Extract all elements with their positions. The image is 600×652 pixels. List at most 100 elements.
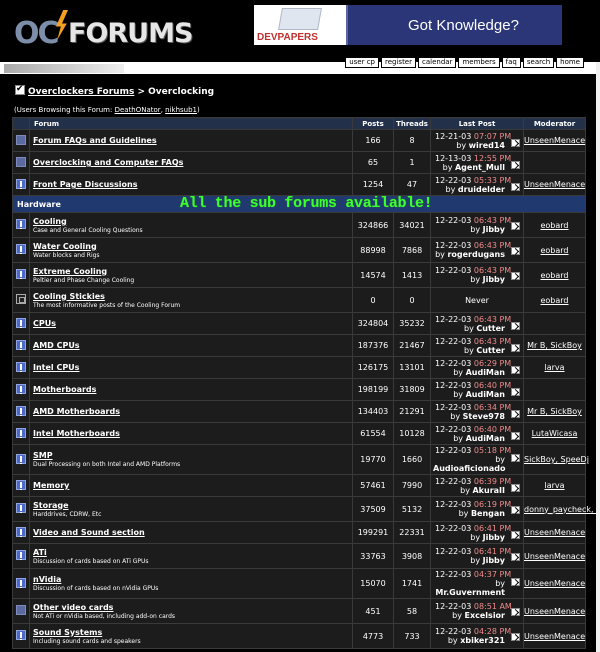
moderator-link[interactable]: SickBoy, SpeeDj bbox=[524, 455, 589, 464]
moderator-link[interactable]: UnseenMenace bbox=[524, 136, 585, 145]
browsing-user-link[interactable]: nikhsub1 bbox=[165, 106, 197, 114]
header-posts: Posts bbox=[352, 117, 394, 130]
last-post-by: by Cutter bbox=[464, 323, 505, 333]
last-post-author-link[interactable]: AudiMan bbox=[466, 434, 505, 443]
forum-title-link[interactable]: Storage bbox=[33, 501, 349, 510]
forum-title-link[interactable]: ATi bbox=[33, 548, 349, 557]
go-to-last-post-icon[interactable] bbox=[511, 553, 520, 561]
last-post-author-link[interactable]: Jibby bbox=[483, 225, 505, 234]
go-to-last-post-icon[interactable] bbox=[511, 272, 520, 280]
last-post-author-link[interactable]: Mr.Guvernment bbox=[435, 588, 505, 597]
last-post-author-link[interactable]: rogerdugans bbox=[447, 250, 505, 259]
nav-button[interactable]: register bbox=[381, 57, 416, 68]
nav-button[interactable]: faq bbox=[501, 57, 521, 68]
forum-title-link[interactable]: CPUs bbox=[33, 319, 349, 328]
moderator-link[interactable]: UnseenMenace bbox=[524, 552, 585, 561]
moderator-link[interactable]: UnseenMenace bbox=[524, 180, 585, 189]
moderator-link[interactable]: UnseenMenace bbox=[524, 579, 585, 588]
go-to-last-post-icon[interactable] bbox=[511, 454, 520, 462]
go-to-last-post-icon[interactable] bbox=[511, 322, 520, 330]
moderator-link[interactable]: eobard bbox=[540, 221, 568, 230]
go-to-last-post-icon[interactable] bbox=[511, 344, 520, 352]
moderator-link[interactable]: eobard bbox=[540, 296, 568, 305]
new-posts-icon bbox=[16, 244, 26, 254]
forum-title-link[interactable]: AMD CPUs bbox=[33, 341, 349, 350]
last-post-author-link[interactable]: Agent_Mull bbox=[455, 163, 505, 172]
go-to-last-post-icon[interactable] bbox=[511, 139, 520, 147]
last-post-author-link[interactable]: AkuraII bbox=[472, 486, 505, 495]
moderator-link[interactable]: UnseenMenace bbox=[524, 528, 585, 537]
last-post-author-link[interactable]: Steve978 bbox=[463, 412, 505, 421]
go-to-last-post-icon[interactable] bbox=[511, 410, 520, 418]
go-to-last-post-icon[interactable] bbox=[511, 247, 520, 255]
moderator-cell: eobard bbox=[523, 262, 586, 288]
moderator-link[interactable]: donny_paycheck, Ridenow bbox=[524, 505, 600, 514]
moderator-link[interactable]: Mr B, SickBoy bbox=[527, 341, 582, 350]
last-post-author-link[interactable]: wired14 bbox=[469, 141, 505, 150]
go-to-last-post-icon[interactable] bbox=[511, 633, 520, 641]
last-post-author-link[interactable]: AudiMan bbox=[466, 368, 505, 377]
forum-title-link[interactable]: SMP bbox=[33, 451, 349, 460]
moderator-link[interactable]: UnseenMenace bbox=[524, 607, 585, 616]
forum-title-link[interactable]: Water Cooling bbox=[33, 242, 349, 251]
forum-title-link[interactable]: Video and Sound section bbox=[33, 528, 349, 537]
last-post-author-link[interactable]: Jibby bbox=[483, 275, 505, 284]
go-to-last-post-icon[interactable] bbox=[511, 432, 520, 440]
forum-row: Intel CPUs 126175 13101 12-22-03 06:29 PM by… bbox=[12, 356, 586, 379]
last-post-author-link[interactable]: Cutter bbox=[476, 346, 505, 355]
breadcrumb-parent-link[interactable]: Overclockers Forums bbox=[28, 87, 134, 97]
moderator-link[interactable]: larva bbox=[544, 363, 564, 372]
go-to-last-post-icon[interactable] bbox=[511, 161, 520, 169]
last-post-date: 12-13-03 bbox=[435, 153, 472, 163]
last-post-date: 12-21-03 bbox=[435, 131, 472, 141]
forum-title-link[interactable]: nVidia bbox=[33, 575, 349, 584]
last-post-author-link[interactable]: AudiMan bbox=[466, 390, 505, 399]
ad-banner[interactable]: DEVPAPERS Got Knowledge? bbox=[254, 5, 562, 45]
moderator-link[interactable]: larva bbox=[544, 481, 564, 490]
forum-title-link[interactable]: Other video cards bbox=[33, 603, 349, 612]
forum-title-link[interactable]: Motherboards bbox=[33, 385, 349, 394]
go-to-last-post-icon[interactable] bbox=[511, 608, 520, 616]
moderator-link[interactable]: Mr B, SickBoy bbox=[527, 407, 582, 416]
last-post-author-link[interactable]: Jibby bbox=[483, 556, 505, 565]
site-logo[interactable]: OC FORUMS bbox=[12, 6, 193, 52]
nav-button[interactable]: members bbox=[458, 57, 500, 68]
forum-title-link[interactable]: Forum FAQs and Guidelines bbox=[33, 136, 349, 145]
forum-title-link[interactable]: Front Page Discussions bbox=[33, 180, 349, 189]
forum-title-link[interactable]: Sound Systems bbox=[33, 628, 349, 637]
go-to-last-post-icon[interactable] bbox=[511, 183, 520, 191]
forum-title-link[interactable]: Intel CPUs bbox=[33, 363, 349, 372]
moderator-link[interactable]: LutaWicasa bbox=[532, 429, 578, 438]
last-post-datetime: 12-22-03 06:41 PM bbox=[433, 524, 521, 533]
last-post-author-link[interactable]: druidelder bbox=[458, 185, 505, 194]
moderator-link[interactable]: UnseenMenace bbox=[524, 632, 585, 641]
nav-button[interactable]: search bbox=[522, 57, 555, 68]
go-to-last-post-icon[interactable] bbox=[511, 366, 520, 374]
last-post-author-link[interactable]: Bengan bbox=[471, 509, 505, 518]
go-to-last-post-icon[interactable] bbox=[511, 506, 520, 514]
forum-title-link[interactable]: Overclocking and Computer FAQs bbox=[33, 158, 349, 167]
nav-button[interactable]: home bbox=[556, 57, 584, 68]
forum-posts: 187376 bbox=[352, 334, 394, 357]
nav-button[interactable]: user cp bbox=[345, 57, 379, 68]
forum-title-link[interactable]: Cooling Stickies bbox=[33, 292, 349, 301]
last-post-author-link[interactable]: Audioaficionado bbox=[433, 464, 505, 473]
go-to-last-post-icon[interactable] bbox=[511, 531, 520, 539]
browsing-user-link[interactable]: DeathONator bbox=[115, 106, 161, 114]
last-post-author-link[interactable]: Excelsior bbox=[465, 611, 505, 620]
forum-title-link[interactable]: AMD Motherboards bbox=[33, 407, 349, 416]
last-post-author-link[interactable]: Cutter bbox=[476, 324, 505, 333]
forum-title-link[interactable]: Intel Motherboards bbox=[33, 429, 349, 438]
go-to-last-post-icon[interactable] bbox=[511, 484, 520, 492]
last-post-author-link[interactable]: Jibby bbox=[483, 533, 505, 542]
forum-title-link[interactable]: Extreme Cooling bbox=[33, 267, 349, 276]
moderator-link[interactable]: eobard bbox=[540, 246, 568, 255]
go-to-last-post-icon[interactable] bbox=[511, 222, 520, 230]
forum-title-link[interactable]: Cooling bbox=[33, 217, 349, 226]
forum-title-link[interactable]: Memory bbox=[33, 481, 349, 490]
last-post-author-link[interactable]: xbiker321 bbox=[460, 636, 505, 645]
moderator-link[interactable]: eobard bbox=[540, 271, 568, 280]
go-to-last-post-icon[interactable] bbox=[511, 388, 520, 396]
nav-button[interactable]: calendar bbox=[418, 57, 457, 68]
go-to-last-post-icon[interactable] bbox=[511, 578, 520, 586]
